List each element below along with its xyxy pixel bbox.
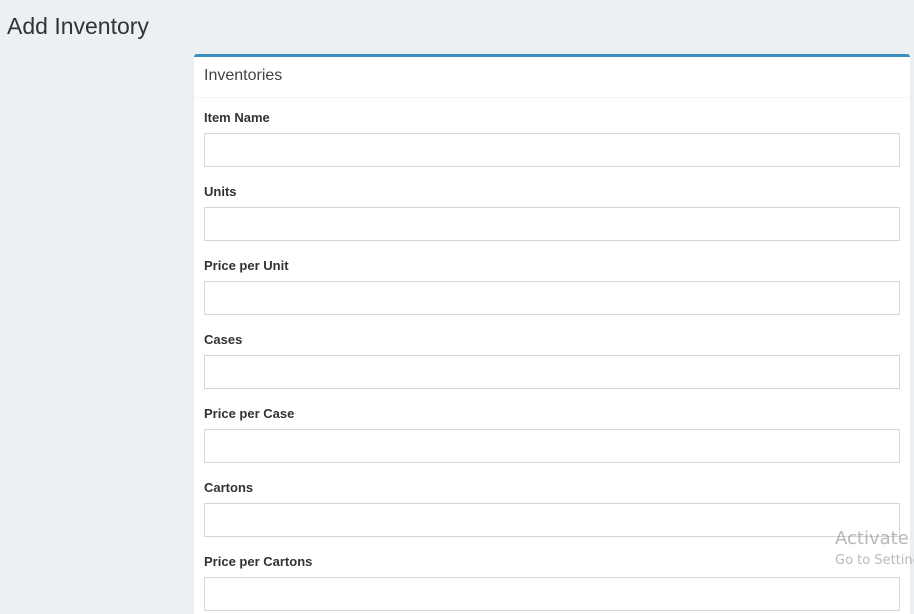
price-per-cartons-group: Price per Cartons (204, 554, 900, 614)
price-per-unit-label: Price per Unit (204, 258, 289, 273)
cases-label: Cases (204, 332, 243, 347)
price-per-unit-group: Price per Unit (204, 258, 900, 332)
price-per-case-input[interactable] (204, 429, 900, 463)
panel-title: Inventories (204, 67, 283, 84)
price-per-cartons-label: Price per Cartons (204, 554, 313, 569)
item-name-label: Item Name (204, 110, 270, 125)
units-label: Units (204, 184, 237, 199)
cases-input[interactable] (204, 355, 900, 389)
inventory-form: Item Name Units Price per Unit Cases Pri… (194, 98, 910, 614)
units-group: Units (204, 184, 900, 258)
units-input[interactable] (204, 207, 900, 241)
cartons-group: Cartons (204, 480, 900, 554)
panel-header: Inventories (194, 57, 910, 98)
inventories-panel: Inventories Item Name Units Price per Un… (194, 54, 910, 614)
item-name-group: Item Name (204, 110, 900, 184)
price-per-cartons-input[interactable] (204, 577, 900, 611)
price-per-unit-input[interactable] (204, 281, 900, 315)
cartons-label: Cartons (204, 480, 254, 495)
price-per-case-label: Price per Case (204, 406, 295, 421)
item-name-input[interactable] (204, 133, 900, 167)
price-per-case-group: Price per Case (204, 406, 900, 480)
cases-group: Cases (204, 332, 900, 406)
cartons-input[interactable] (204, 503, 900, 537)
page-title: Add Inventory (7, 13, 149, 39)
